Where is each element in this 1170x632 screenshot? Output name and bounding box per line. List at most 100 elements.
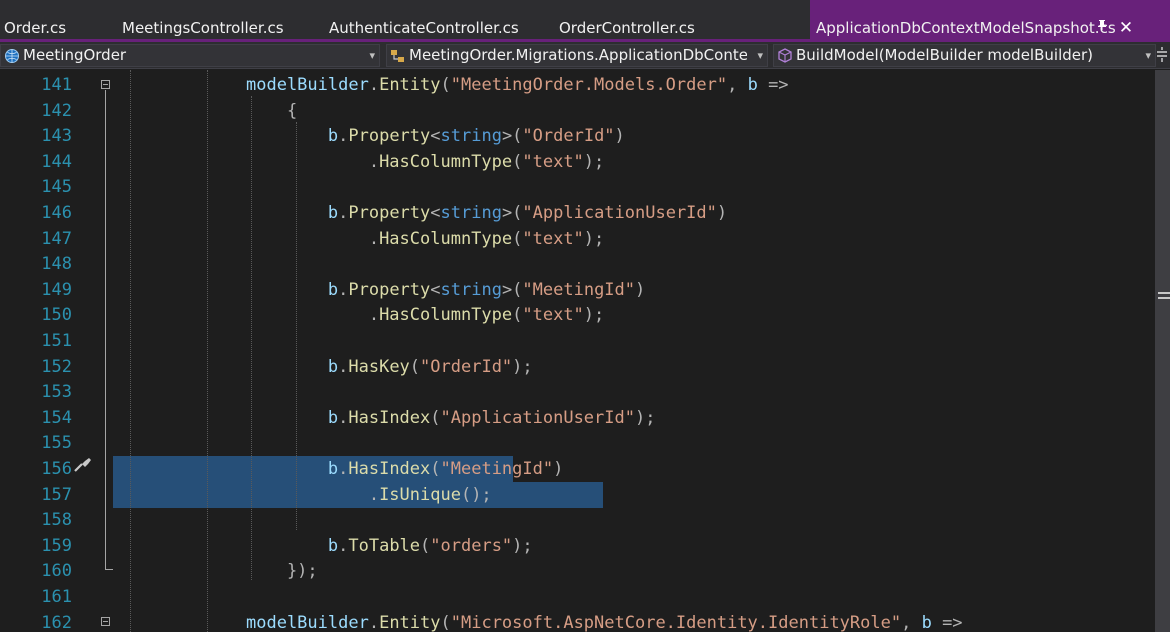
tab-order-cs[interactable]: Order.cs (0, 0, 118, 39)
code-token-punct: ( (430, 407, 441, 428)
code-token-ident: b (246, 279, 339, 300)
code-token-method: Property (348, 126, 431, 147)
code-token-punct: ); (634, 407, 656, 428)
code-line[interactable]: 158 (0, 507, 1155, 533)
collapse-region-button[interactable] (101, 80, 110, 89)
line-number: 150 (41, 305, 72, 326)
code-line[interactable]: 141 modelBuilder.Entity("MeetingOrder.Mod… (0, 72, 1155, 98)
code-line[interactable]: 154 b.HasIndex("ApplicationUserId"); (0, 405, 1155, 431)
code-token-str: "ApplicationUserId" (440, 407, 635, 428)
code-line[interactable]: 151 (0, 328, 1155, 354)
code-token-punct: . (246, 151, 380, 172)
member-name: BuildModel(ModelBuilder modelBuilder) (796, 46, 1094, 64)
code-line[interactable]: 148 (0, 251, 1155, 277)
indent-guide (130, 70, 131, 632)
code-text: b.ToTable("orders"); (246, 533, 533, 559)
code-token-str: "text" (522, 305, 584, 326)
code-token-punct: . (338, 203, 349, 223)
line-number: 143 (41, 126, 72, 147)
class-dropdown[interactable]: MeetingOrder.Migrations.ApplicationDbCon… (386, 44, 768, 67)
code-token-punct: => (931, 612, 963, 632)
code-token-punct: ( (409, 356, 421, 377)
line-number: 153 (41, 382, 72, 403)
line-number: 141 (41, 75, 72, 95)
code-token-punct: ( (512, 228, 523, 249)
code-line[interactable]: 150 .HasColumnType("text"); (0, 302, 1155, 328)
code-token-ident: b (246, 126, 339, 147)
code-token-punct: ); (512, 535, 533, 556)
document-tab-strip: Order.cs MeetingsController.cs Authentic… (0, 0, 1170, 42)
code-line[interactable]: 162 modelBuilder.Entity("Microsoft.AspNet… (0, 610, 1155, 632)
collapse-region-button[interactable] (101, 617, 110, 626)
code-token-punct: >( (501, 203, 523, 223)
code-text: b.Property<string>("OrderId") (246, 123, 625, 149)
code-token-ident: b (246, 356, 339, 377)
code-line[interactable]: 152 b.HasKey("OrderId"); (0, 354, 1155, 380)
pin-icon[interactable] (1094, 18, 1110, 38)
line-number: 142 (41, 100, 72, 121)
code-token-punct: ) (553, 459, 564, 479)
screwdriver-icon[interactable] (73, 456, 93, 474)
tab-label: Order.cs (4, 19, 67, 37)
tab-meetings-controller[interactable]: MeetingsController.cs (118, 0, 325, 39)
tab-label: ApplicationDbContextModelSnapshot.cs (816, 19, 1116, 37)
code-text: .HasColumnType("text"); (246, 226, 604, 252)
code-line[interactable]: 153 (0, 379, 1155, 405)
code-token-ident: b (747, 75, 758, 95)
code-editor[interactable]: 141 modelBuilder.Entity("MeetingOrder.Mod… (0, 70, 1170, 632)
code-token-punct: < (430, 126, 441, 147)
code-line[interactable]: 161 (0, 584, 1155, 610)
code-text: { (246, 98, 297, 124)
code-token-punct: }); (246, 561, 318, 582)
line-number: 158 (41, 510, 72, 531)
split-editor-button[interactable] (1154, 44, 1170, 67)
code-token-punct: ( (440, 612, 451, 632)
indent-guide (207, 70, 208, 632)
code-line[interactable]: 145 (0, 174, 1155, 200)
code-line[interactable]: 146 b.Property<string>("ApplicationUserI… (0, 200, 1155, 226)
code-token-method: HasKey (348, 356, 410, 377)
code-line[interactable]: 144 .HasColumnType("text"); (0, 149, 1155, 175)
code-token-str: "text" (522, 228, 584, 249)
tab-order-controller[interactable]: OrderController.cs (555, 0, 810, 39)
code-token-method: HasColumnType (379, 305, 513, 326)
code-line[interactable]: 143 b.Property<string>("OrderId") (0, 123, 1155, 149)
class-path: MeetingOrder.Migrations.ApplicationDbCon… (409, 46, 747, 64)
tab-authenticate-controller[interactable]: AuthenticateController.cs (325, 0, 555, 39)
code-line[interactable]: 155 (0, 430, 1155, 456)
code-token-str: "MeetingId" (440, 459, 554, 479)
code-token-punct: . (246, 228, 380, 249)
code-text: b.HasIndex("MeetingId") (246, 456, 563, 482)
tab-model-snapshot[interactable]: ApplicationDbContextModelSnapshot.cs ✕ (810, 0, 1170, 39)
code-token-ident: modelBuilder (246, 75, 369, 95)
code-line[interactable]: 142 { (0, 98, 1155, 124)
member-dropdown[interactable]: BuildModel(ModelBuilder modelBuilder) ▾ (773, 44, 1156, 67)
code-line[interactable]: 156 b.HasIndex("MeetingId") (0, 456, 1155, 482)
code-token-method: HasIndex (348, 407, 431, 428)
code-token-method: HasColumnType (379, 228, 513, 249)
project-dropdown[interactable]: MeetingOrder ▾ (0, 44, 380, 67)
code-token-punct: ); (583, 228, 605, 249)
line-number: 154 (41, 407, 72, 428)
code-line[interactable]: 160 }); (0, 558, 1155, 584)
line-number: 160 (41, 561, 72, 582)
code-token-method: HasColumnType (379, 151, 513, 172)
code-token-punct: (); (460, 484, 492, 505)
code-token-ident: modelBuilder (246, 612, 369, 632)
code-token-str: "OrderId" (522, 126, 615, 147)
code-text: .IsUnique(); (246, 482, 492, 508)
code-token-punct: . (246, 484, 380, 505)
tab-label: MeetingsController.cs (122, 19, 284, 37)
code-line[interactable]: 159 b.ToTable("orders"); (0, 533, 1155, 559)
line-number: 147 (41, 228, 72, 249)
vertical-scrollbar[interactable] (1155, 70, 1170, 632)
code-line[interactable]: 149 b.Property<string>("MeetingId") (0, 277, 1155, 303)
code-line[interactable]: 147 .HasColumnType("text"); (0, 226, 1155, 252)
line-number: 156 (41, 459, 72, 479)
close-icon[interactable]: ✕ (1118, 18, 1134, 38)
tab-label: AuthenticateController.cs (329, 19, 519, 37)
code-line[interactable]: 157 .IsUnique(); (0, 481, 1155, 508)
code-token-ident: b (246, 407, 339, 428)
scrollbar-thumb[interactable] (1155, 288, 1170, 302)
line-number: 159 (41, 535, 72, 556)
